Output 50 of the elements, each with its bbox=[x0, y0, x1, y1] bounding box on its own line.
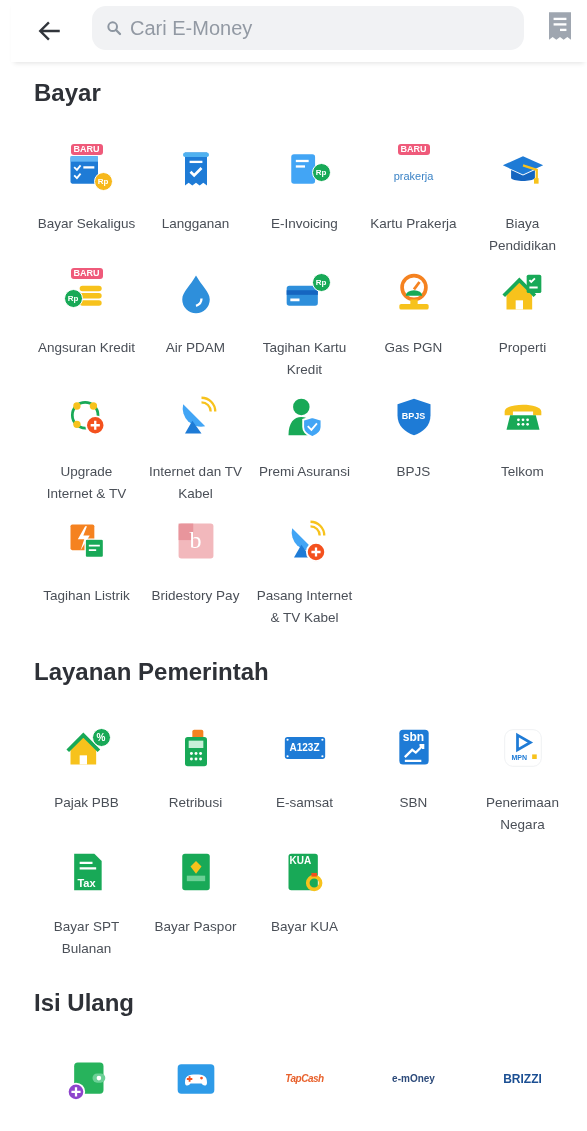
service-tile[interactable]: Rp E-Invoicing bbox=[250, 145, 359, 257]
service-tile[interactable]: Upgrade Internet & TV bbox=[32, 393, 141, 505]
search-icon bbox=[106, 20, 122, 36]
service-tile[interactable]: Air PDAM bbox=[141, 269, 250, 381]
brand-logo: TapCash bbox=[285, 1074, 324, 1084]
brand-logo: BRIZZI bbox=[503, 1073, 542, 1085]
service-tile[interactable]: Retribusi bbox=[141, 724, 250, 836]
service-tile[interactable]: Gas PGN bbox=[359, 269, 468, 381]
icon-text: BPJS bbox=[401, 412, 426, 421]
service-tile[interactable]: % Pajak PBB bbox=[32, 724, 141, 836]
service-tile[interactable]: Properti bbox=[468, 269, 577, 381]
coin-icon: Rp bbox=[63, 289, 83, 308]
new-badge: BARU bbox=[397, 144, 430, 155]
service-tile[interactable]: Tax Bayar SPT Bulanan bbox=[32, 848, 141, 960]
new-badge: BARU bbox=[70, 268, 103, 279]
icon-text: KUA bbox=[289, 856, 312, 866]
service-tile[interactable]: Pasang Internet & TV Kabel bbox=[250, 517, 359, 629]
service-tile[interactable]: Langganan bbox=[141, 145, 250, 257]
service-tile[interactable]: Premi Asuransi bbox=[250, 393, 359, 505]
coin-icon: Rp bbox=[93, 172, 113, 191]
service-tile[interactable]: Bayar Paspor bbox=[141, 848, 250, 960]
service-tile[interactable]: BRIZZI bbox=[468, 1055, 577, 1103]
icon-text: sbn bbox=[402, 731, 425, 743]
service-tile[interactable]: Tagihan Listrik bbox=[32, 517, 141, 629]
section-title: Isi Ulang bbox=[34, 989, 136, 1017]
section-title: Layanan Pemerintah bbox=[34, 658, 270, 686]
service-tile[interactable]: BPJS BPJS bbox=[359, 393, 468, 505]
service-tile[interactable]: A123Z E-samsat bbox=[250, 724, 359, 836]
service-tile[interactable]: Biaya Pendidikan bbox=[468, 145, 577, 257]
service-tile[interactable]: KUA Bayar KUA bbox=[250, 848, 359, 960]
brand-logo: prakerja bbox=[393, 170, 434, 182]
service-tile[interactable]: sbn SBN bbox=[359, 724, 468, 836]
icon-text: b bbox=[189, 527, 202, 554]
brand-logo: e-mOney bbox=[392, 1074, 435, 1084]
service-tile[interactable]: BARU Rp Angsuran Kredit bbox=[32, 269, 141, 381]
service-tile[interactable]: e-mOney bbox=[359, 1055, 468, 1103]
service-tile[interactable]: Telkom bbox=[468, 393, 577, 505]
section-title: Bayar bbox=[34, 79, 102, 107]
icon-text: Tax bbox=[77, 878, 96, 889]
coin-icon: % bbox=[91, 728, 111, 747]
search-field[interactable]: Cari E-Money bbox=[92, 6, 524, 50]
coin-icon: Rp bbox=[311, 273, 331, 292]
service-tile[interactable]: b Bridestory Pay bbox=[141, 517, 250, 629]
service-tile[interactable]: BARU Rp Bayar Sekaligus bbox=[32, 145, 141, 257]
service-tile[interactable]: BARU prakerja Kartu Prakerja bbox=[359, 145, 468, 257]
service-tile[interactable]: Rp Tagihan Kartu Kredit bbox=[250, 269, 359, 381]
receipt-icon[interactable] bbox=[549, 12, 571, 40]
service-tile[interactable]: Internet dan TV Kabel bbox=[141, 393, 250, 505]
new-badge: BARU bbox=[70, 144, 103, 155]
icon-text: A123Z bbox=[289, 743, 320, 753]
